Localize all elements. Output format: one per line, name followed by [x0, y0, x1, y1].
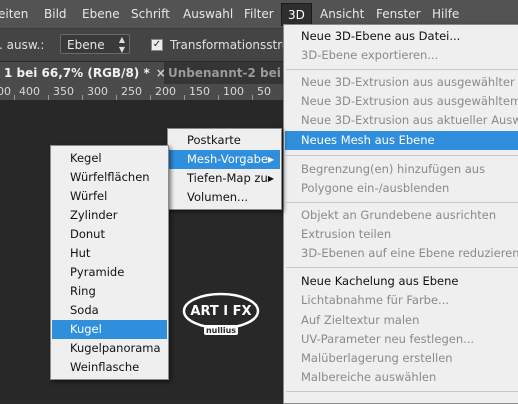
menu-3d-item-label: Neues Mesh aus Ebene [301, 133, 435, 147]
menu-3d-item[interactable]: 3D-Ebene exportieren... [285, 46, 518, 65]
menu-new-mesh: Postkarte Mesh-Vorgabe ▶ Tiefen-Map zu ▶… [167, 128, 282, 210]
menu-3d-item[interactable]: 3D-Ebenen auf eine Ebene reduzieren [285, 244, 518, 263]
ruler-tick [14, 95, 15, 100]
ruler-tick [218, 95, 219, 100]
tab-active-title: 1 bei 66,7% (RGB/8) * [4, 66, 150, 80]
ruler-tick [82, 95, 83, 100]
menu-3d: Neue 3D-Ebene aus Datei... 3D-Ebene expo… [283, 24, 518, 404]
menu-separator [286, 69, 518, 70]
menu-separator [286, 391, 518, 392]
menu-3d-item[interactable]: UV-Parameter neu festlegen... [285, 330, 518, 349]
menu-3d-item[interactable]: Malüberlagerung erstellen [285, 349, 518, 368]
menu-item-hilfe[interactable]: Hilfe [432, 7, 459, 21]
ruler-label: 400 [19, 85, 40, 98]
menu-3d-item[interactable]: Polygone ein-/ausblenden [285, 179, 518, 198]
tab-unbenannt-2[interactable]: Unbenannt-2 bei [168, 62, 281, 84]
ruler-label: 350 [53, 85, 74, 98]
ruler-tick [116, 95, 117, 100]
preset-item[interactable]: Weinflasche [52, 358, 167, 377]
ruler-label: 100 [223, 85, 244, 98]
preset-item[interactable]: Hut [52, 244, 167, 263]
menu-mesh-item-postkarte[interactable]: Postkarte [169, 131, 280, 150]
menu-separator [286, 202, 518, 203]
menu-3d-item[interactable]: Malbereiche auswählen [285, 368, 518, 387]
menu-separator [286, 155, 518, 156]
menu-mesh-item-label: Mesh-Vorgabe [187, 152, 269, 166]
close-icon[interactable]: × [156, 66, 166, 80]
menu-3d-item[interactable]: Neue 3D-Extrusion aus aktueller Auswahl [285, 111, 518, 130]
triangle-right-icon: ▶ [267, 155, 274, 164]
layer-select[interactable]: Ebene ▲ ▼ [60, 34, 130, 54]
ruler-label: 50 [257, 85, 271, 98]
menu-3d-item[interactable]: Neue Kachelung aus Ebene [285, 272, 518, 291]
menu-item-fenster[interactable]: Fenster [376, 7, 421, 21]
menu-item-filter[interactable]: Filter [244, 7, 274, 21]
tab-inactive-title: Unbenannt-2 bei [168, 66, 281, 80]
layer-select-value: Ebene [67, 38, 105, 52]
ruler-tick [184, 95, 185, 100]
preset-item[interactable]: Würfel [52, 187, 167, 206]
menu-mesh-preset: Kegel Würfelflächen Würfel Zylinder Donu… [50, 145, 169, 380]
menu-item-bild[interactable]: Bild [44, 7, 67, 21]
menu-3d-item[interactable]: Auf Zieltextur malen [285, 311, 518, 330]
ruler-tick [252, 95, 253, 100]
menu-item-ebene[interactable]: Ebene [82, 7, 120, 21]
menu-3d-item[interactable]: Extrusion teilen [285, 225, 518, 244]
preset-item[interactable]: Soda [52, 301, 167, 320]
ruler-label: 250 [121, 85, 142, 98]
logo-text-top: ART I FX [190, 304, 251, 319]
menu-3d-item[interactable]: Neue 3D-Extrusion aus ausgewähltem Pfa [285, 92, 518, 111]
logo-text-bottom: nullius [206, 326, 236, 335]
preset-item[interactable]: Kegel [52, 149, 167, 168]
ruler-tick [150, 95, 151, 100]
menu-item-ansicht[interactable]: Ansicht [320, 7, 364, 21]
menu-separator [286, 267, 518, 268]
preset-item[interactable]: Donut [52, 225, 167, 244]
menu-3d-item[interactable]: Neue 3D-Extrusion aus ausgewählter Ebe [285, 73, 518, 92]
ruler-label: 200 [155, 85, 176, 98]
up-down-arrows-icon: ▲ ▼ [118, 35, 125, 54]
menu-3d-item[interactable]: Neue 3D-Ebene aus Datei... [285, 27, 518, 46]
preset-item[interactable]: Zylinder [52, 206, 167, 225]
menu-mesh-item-depth-map[interactable]: Tiefen-Map zu ▶ [169, 169, 280, 188]
ruler-tick [48, 95, 49, 100]
auto-select-label: . ausw.: [0, 38, 45, 52]
menu-item-schrift[interactable]: Schrift [131, 7, 170, 21]
menu-item-window[interactable]: eiten [0, 7, 28, 21]
menu-3d-item[interactable]: Lichtabnahme für Farbe... [285, 291, 518, 310]
menu-mesh-item-preset[interactable]: Mesh-Vorgabe ▶ [169, 150, 280, 169]
menu-mesh-item-volume[interactable]: Volumen... [169, 188, 280, 207]
menu-3d-item-new-mesh[interactable]: Neues Mesh aus Ebene [285, 131, 518, 150]
tab-active-document[interactable]: 1 bei 66,7% (RGB/8) * × [0, 62, 166, 84]
menu-item-auswahl[interactable]: Auswahl [183, 7, 233, 21]
menu-3d-item[interactable]: Begrenzung(en) hinzufügen aus [285, 160, 518, 179]
preset-item-kugel[interactable]: Kugel [52, 320, 167, 339]
transform-controls-checkbox[interactable]: ✓ [151, 39, 163, 51]
preset-item[interactable]: Kugelpanorama [52, 339, 167, 358]
menu-3d-item[interactable]: Objekt an Grundebene ausrichten [285, 206, 518, 225]
ruler-label: 00 [0, 85, 11, 98]
triangle-right-icon: ▶ [267, 174, 274, 183]
artifx-logo: ART I FX nullius [182, 292, 260, 335]
preset-item[interactable]: Würfelflächen [52, 168, 167, 187]
menu-mesh-item-label: Tiefen-Map zu [187, 171, 268, 185]
transform-controls-label: Transformationsstrg [170, 38, 290, 52]
preset-item[interactable]: Pyramide [52, 263, 167, 282]
ruler-label: 300 [87, 85, 108, 98]
menu-item-3d[interactable]: 3D [281, 3, 312, 26]
checkmark-icon: ✓ [152, 39, 162, 50]
preset-item[interactable]: Ring [52, 282, 167, 301]
ruler-label: 150 [189, 85, 210, 98]
